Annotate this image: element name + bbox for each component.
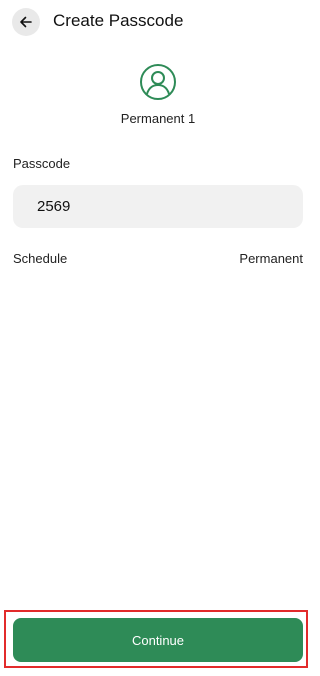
user-circle-icon — [140, 64, 176, 100]
continue-button[interactable]: Continue — [13, 618, 303, 662]
page-title: Create Passcode — [53, 11, 184, 30]
passcode-value: 2569 — [37, 198, 71, 215]
schedule-value: Permanent — [239, 251, 303, 266]
user-name: Permanent 1 — [120, 111, 196, 126]
passcode-field[interactable]: 2569 — [13, 185, 303, 228]
passcode-label: Passcode — [13, 156, 71, 171]
continue-label: Continue — [131, 632, 185, 648]
schedule-row[interactable]: Schedule Permanent — [13, 251, 303, 269]
avatar — [0, 63, 316, 106]
header: Create Passcode — [0, 0, 316, 44]
schedule-label: Schedule — [13, 251, 68, 266]
back-button[interactable] — [12, 8, 40, 36]
arrow-left-icon — [20, 16, 32, 28]
